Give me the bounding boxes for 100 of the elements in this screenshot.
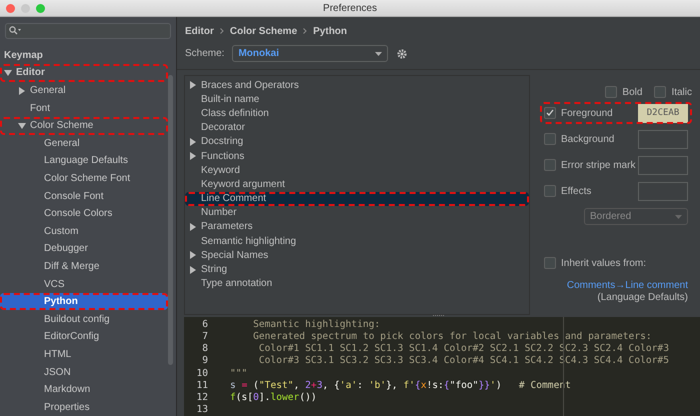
attribute-item[interactable]: String: [185, 262, 529, 277]
attribute-label: Braces and Operators: [201, 80, 299, 91]
style-checkbox[interactable]: Bold: [605, 86, 642, 98]
attribute-label: Line Comment: [201, 193, 266, 204]
tree-item-label: Keymap: [4, 50, 43, 61]
collapsed-arrow-icon[interactable]: [189, 222, 197, 231]
expanded-arrow-icon[interactable]: [18, 122, 26, 130]
tree-item[interactable]: Font: [0, 99, 168, 117]
tree-item-label: Font: [30, 102, 50, 114]
tree-item-label: Console Font: [44, 190, 104, 202]
tree-item-label: Properties: [44, 402, 90, 413]
attribute-item[interactable]: Special Names: [185, 248, 529, 262]
chevron-icon: [220, 28, 224, 34]
tree-item-label: Buildout config: [44, 314, 110, 325]
tree-item[interactable]: JSON: [0, 363, 168, 381]
checkbox-label: Background: [561, 134, 614, 144]
tree-item-label: Console Colors: [44, 208, 112, 220]
checkbox[interactable]: [544, 133, 556, 145]
tree-item[interactable]: Console Font: [0, 187, 168, 205]
attribute-item[interactable]: Built-in name: [185, 92, 529, 106]
checkbox[interactable]: [544, 185, 556, 197]
checkbox[interactable]: [544, 159, 556, 171]
attribute-item[interactable]: Type annotation: [185, 276, 529, 291]
close-button[interactable]: [6, 4, 15, 12]
code-line: Generated spectrum to pick colors for local variables and parameters:: [252, 330, 652, 342]
attribute-item[interactable]: Line Comment: [185, 192, 529, 206]
tree-item-label: Diff & Merge: [44, 260, 100, 272]
tree-item[interactable]: Properties: [0, 398, 168, 416]
style-checkbox[interactable]: Italic: [654, 86, 692, 98]
attribute-item[interactable]: Keyword: [185, 163, 529, 178]
tree-item[interactable]: HTML: [0, 346, 168, 364]
tree-item[interactable]: Custom: [0, 222, 168, 240]
collapsed-arrow-icon[interactable]: [18, 86, 26, 95]
attribute-item[interactable]: Number: [185, 206, 529, 220]
collapsed-arrow-icon[interactable]: [189, 266, 197, 274]
tree-item[interactable]: Keymap: [0, 46, 168, 64]
tree-item[interactable]: Color Scheme: [0, 116, 168, 134]
splitter-grip-icon[interactable]: [432, 314, 446, 317]
tree-item[interactable]: Console Colors: [0, 204, 168, 222]
tree-item[interactable]: Python: [0, 292, 168, 310]
attribute-item[interactable]: Braces and Operators: [185, 78, 529, 92]
attribute-item[interactable]: Parameters: [185, 220, 529, 234]
tree-item-label: Custom: [44, 226, 78, 237]
collapsed-arrow-icon[interactable]: [189, 81, 197, 90]
attribute-item[interactable]: Class definition: [185, 106, 529, 121]
scheme-label: Scheme:: [185, 48, 224, 59]
settings-icon[interactable]: [396, 48, 408, 60]
checkbox-label: Foreground: [561, 108, 613, 118]
window-title: Preferences: [323, 2, 377, 14]
inherit-link[interactable]: Comments→Line comment: [566, 280, 688, 291]
code-line: """: [229, 368, 248, 379]
collapsed-arrow-icon[interactable]: [189, 152, 197, 160]
attribute-item[interactable]: Docstring: [185, 134, 529, 149]
tree-item[interactable]: Debugger: [0, 240, 168, 258]
tree-item[interactable]: Editor: [0, 64, 168, 82]
tree-item-label: Markdown: [44, 384, 90, 396]
checkbox[interactable]: [544, 257, 556, 269]
tree-item[interactable]: Buildout config: [0, 310, 168, 328]
tree-item[interactable]: Markdown: [0, 380, 168, 398]
color-swatch[interactable]: [638, 182, 688, 200]
tree-item-label: General: [44, 138, 80, 149]
checkbox[interactable]: [654, 86, 666, 98]
search-field[interactable]: [5, 23, 171, 39]
line-number: 6: [201, 318, 208, 330]
attribute-label: Keyword argument: [201, 178, 285, 190]
line-number: 7: [201, 330, 208, 342]
tree-item[interactable]: EditorConfig: [0, 328, 168, 346]
color-swatch[interactable]: [638, 156, 688, 174]
tree-item[interactable]: VCS: [0, 275, 168, 293]
collapsed-arrow-icon[interactable]: [189, 251, 197, 260]
checkbox[interactable]: [544, 107, 556, 119]
attribute-item[interactable]: Keyword argument: [185, 177, 529, 192]
tree-item-label: Python: [44, 296, 78, 308]
caret-icon: [375, 52, 382, 56]
scrollbar-thumb[interactable]: [168, 75, 173, 365]
collapsed-arrow-icon[interactable]: [189, 138, 197, 146]
color-swatch[interactable]: D2CEAB: [638, 104, 688, 122]
color-swatch[interactable]: [638, 130, 688, 148]
caret-icon: [675, 214, 682, 218]
expanded-arrow-icon[interactable]: [4, 68, 12, 77]
tree-item[interactable]: General: [0, 82, 168, 100]
tree-item-label: Language Defaults: [44, 155, 128, 166]
tree-item[interactable]: Language Defaults: [0, 152, 168, 170]
line-number: 9: [201, 355, 208, 366]
zoom-button[interactable]: [36, 4, 45, 12]
tree-item[interactable]: Diff & Merge: [0, 258, 168, 276]
line-number: 11: [195, 380, 208, 391]
line-number: 10: [195, 368, 208, 379]
tree-item[interactable]: Color Scheme Font: [0, 170, 168, 188]
attribute-label: Type annotation: [201, 278, 272, 290]
minimize-button[interactable]: [21, 4, 30, 12]
chevron-icon: [303, 28, 308, 34]
scheme-dropdown[interactable]: Monokai: [232, 45, 388, 62]
attribute-item[interactable]: Decorator: [185, 120, 529, 135]
tree-item[interactable]: General: [0, 134, 168, 152]
attribute-item[interactable]: Functions: [185, 148, 529, 164]
breadcrumb-item: Python: [313, 26, 348, 36]
inherit-note: (Language Defaults): [597, 292, 688, 303]
attribute-item[interactable]: Semantic highlighting: [185, 234, 529, 248]
checkbox[interactable]: [605, 86, 618, 98]
